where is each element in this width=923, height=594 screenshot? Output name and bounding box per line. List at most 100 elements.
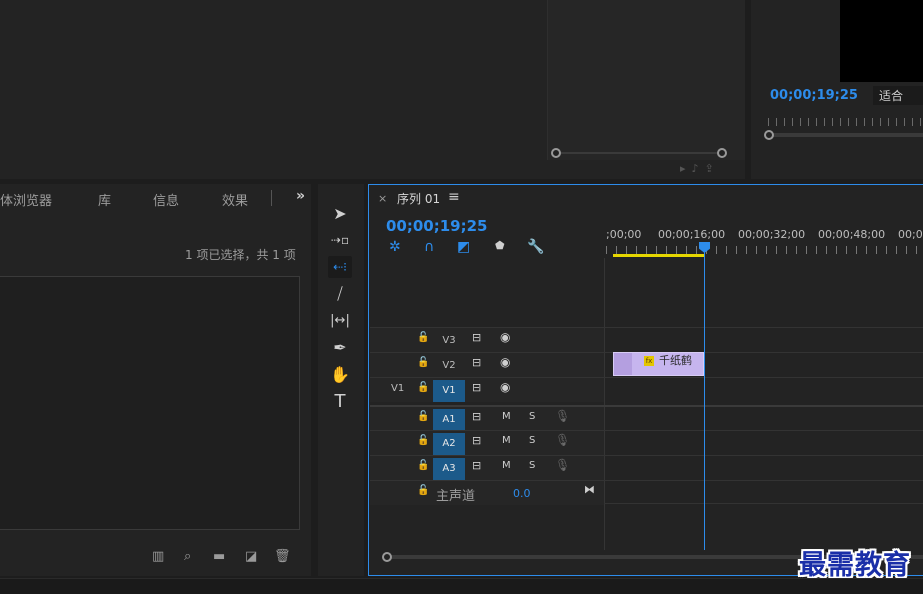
eye-icon[interactable]: ◉ xyxy=(500,355,510,369)
lock-icon[interactable]: 🔓 xyxy=(417,435,429,446)
playhead-line[interactable] xyxy=(704,246,705,550)
solo-button[interactable]: S xyxy=(529,411,535,422)
close-tab-icon[interactable]: × xyxy=(378,192,387,205)
slip-tool-icon[interactable]: |↔| xyxy=(328,310,352,332)
new-item-icon[interactable]: ◪ xyxy=(245,549,257,564)
scroll-handle-left[interactable] xyxy=(551,148,561,158)
lock-icon[interactable]: 🔓 xyxy=(417,357,429,368)
tab-divider xyxy=(271,190,272,206)
ruler-label: 00;00;32;00 xyxy=(738,228,806,241)
source-patch-v1[interactable]: V1 xyxy=(391,383,404,394)
ruler-label: 00;00;16;00 xyxy=(658,228,726,241)
source-zoom-scrollbar[interactable] xyxy=(551,148,727,158)
panel-menu-icon[interactable]: ≡ xyxy=(448,189,460,205)
add-marker-icon[interactable]: ⬟ xyxy=(495,239,505,252)
snap-icon[interactable]: ∩ xyxy=(424,239,434,255)
source-monitor-panel xyxy=(547,0,745,160)
sync-lock-icon[interactable]: ⊟ xyxy=(472,434,481,447)
lock-icon[interactable]: 🔓 xyxy=(417,382,429,393)
timeline-settings-icon[interactable]: 🔧 xyxy=(527,239,544,255)
razor-tool-icon[interactable]: ⧸ xyxy=(328,283,352,305)
sync-lock-icon[interactable]: ⊟ xyxy=(472,410,481,423)
find-icon[interactable]: ⌕ xyxy=(184,549,191,564)
track-v1[interactable]: 🔓 V1 ⊟ ◉ xyxy=(370,377,923,402)
track-name[interactable]: V3 xyxy=(433,330,465,352)
new-bin-icon[interactable]: ▬ xyxy=(213,549,225,564)
lock-icon[interactable]: 🔓 xyxy=(417,460,429,471)
zoom-fit-select[interactable]: 适合 xyxy=(873,86,923,105)
hand-tool-icon[interactable]: ✋ xyxy=(328,364,352,386)
eye-icon[interactable]: ◉ xyxy=(500,330,510,344)
program-video-frame xyxy=(840,0,923,82)
timeline-timecode[interactable]: 00;00;19;25 xyxy=(386,217,488,235)
lock-icon[interactable]: 🔓 xyxy=(417,332,429,343)
fx-badge: fx xyxy=(644,356,654,366)
project-list[interactable] xyxy=(0,276,300,530)
scroll-handle-left[interactable] xyxy=(382,552,392,562)
tab-info[interactable]: 信息 xyxy=(153,190,179,209)
button-editor-icon[interactable]: ▸♪ xyxy=(680,162,705,175)
ruler-label: 00;00;48;00 xyxy=(818,228,886,241)
selection-status: 1 项已选择，共 1 项 xyxy=(185,248,296,262)
sync-lock-icon[interactable]: ⊟ xyxy=(472,381,481,394)
selection-tool-icon[interactable]: ➤ xyxy=(328,203,352,225)
tab-libraries[interactable]: 库 xyxy=(98,190,111,209)
watermark-logo: 最需教育 xyxy=(799,550,911,581)
ripple-edit-tool-icon[interactable]: ⇠⁝ xyxy=(328,256,352,278)
mute-button[interactable]: M xyxy=(502,411,511,422)
track-v3[interactable]: 🔓 V3 ⊟ ◉ xyxy=(370,327,923,352)
clip-name: 千纸鹤 xyxy=(659,354,692,367)
track-name[interactable]: V1 xyxy=(433,380,465,402)
ruler-label: ;00;00 xyxy=(606,228,642,241)
eye-icon[interactable]: ◉ xyxy=(500,380,510,394)
solo-button[interactable]: S xyxy=(529,435,535,446)
microphone-icon[interactable]: 🎙 xyxy=(555,433,570,447)
program-zoom-scrollbar[interactable] xyxy=(764,130,923,140)
type-tool-icon[interactable]: T xyxy=(328,391,352,413)
tab-effects[interactable]: 效果 xyxy=(222,190,248,209)
sync-lock-icon[interactable]: ⊟ xyxy=(472,356,481,369)
track-a1[interactable]: 🔓 A1 ⊟ M S 🎙 xyxy=(370,405,923,431)
tab-media-browser[interactable]: 体浏览器 xyxy=(0,190,52,209)
track-name[interactable]: A1 xyxy=(433,409,465,431)
track-a3[interactable]: 🔓 A3 ⊟ M S 🎙 xyxy=(370,455,923,480)
solo-button[interactable]: S xyxy=(529,460,535,471)
track-name[interactable]: A2 xyxy=(433,433,465,455)
work-area-bar[interactable] xyxy=(613,254,705,257)
microphone-icon[interactable]: 🎙 xyxy=(555,458,570,472)
lock-icon[interactable]: 🔓 xyxy=(417,485,429,496)
more-panels-icon[interactable]: » xyxy=(296,188,305,204)
sync-lock-icon[interactable]: ⊟ xyxy=(472,331,481,344)
track-header xyxy=(370,481,604,505)
freeform-view-icon[interactable]: ▥ xyxy=(152,549,164,564)
tab-sequence[interactable]: 序列 01 xyxy=(397,190,440,207)
export-frame-icon[interactable]: ⇪ xyxy=(705,162,720,175)
linked-selection-icon[interactable]: ◩ xyxy=(457,239,470,255)
source-monitor-buttons: ▸♪⇪ xyxy=(680,162,730,178)
scroll-handle-right[interactable] xyxy=(717,148,727,158)
scroll-handle-left[interactable] xyxy=(764,130,774,140)
master-track-label: 主声道 xyxy=(436,489,476,504)
clear-icon[interactable]: 🗑 xyxy=(274,549,291,564)
track-name[interactable]: V2 xyxy=(433,355,465,377)
time-ruler[interactable] xyxy=(606,246,923,254)
microphone-icon[interactable]: 🎙 xyxy=(555,409,570,423)
go-to-in-out-icon[interactable]: ⧓ xyxy=(584,483,595,496)
track-header xyxy=(370,378,604,402)
master-volume-value[interactable]: 0.0 xyxy=(513,487,531,500)
program-time-ruler[interactable] xyxy=(764,118,923,130)
status-bar xyxy=(0,578,923,594)
program-timecode[interactable]: 00;00;19;25 xyxy=(770,88,858,103)
track-header xyxy=(370,353,604,377)
track-a2[interactable]: 🔓 A2 ⊟ M S 🎙 xyxy=(370,430,923,455)
track-header-divider xyxy=(604,258,605,550)
lock-icon[interactable]: 🔓 xyxy=(417,411,429,422)
track-select-tool-icon[interactable]: ⇢▫ xyxy=(328,229,352,251)
mute-button[interactable]: M xyxy=(502,435,511,446)
track-header xyxy=(370,328,604,352)
nest-toggle-icon[interactable]: ✲ xyxy=(389,239,401,255)
sync-lock-icon[interactable]: ⊟ xyxy=(472,459,481,472)
mute-button[interactable]: M xyxy=(502,460,511,471)
pen-tool-icon[interactable]: ✒ xyxy=(328,337,352,359)
track-name[interactable]: A3 xyxy=(433,458,465,480)
